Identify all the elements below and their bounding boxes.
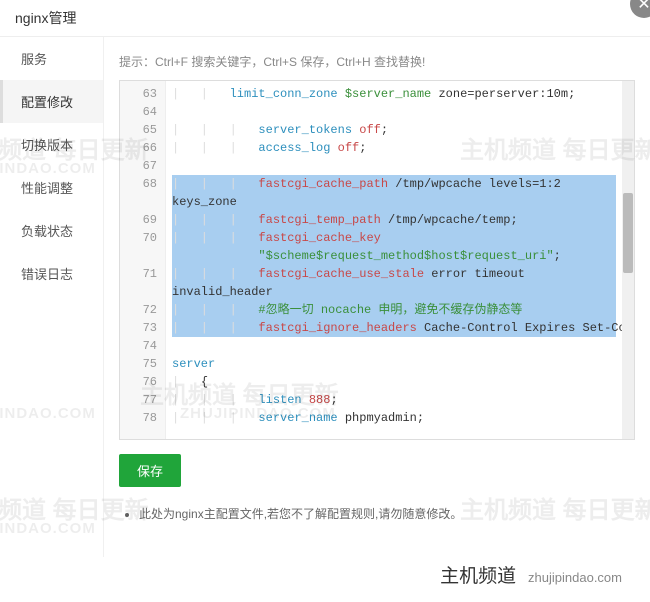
code-line[interactable]: | | | fastcgi_cache_use_stale error time… — [172, 265, 616, 301]
nginx-manage-modal: nginx管理 ✕ 服务配置修改切换版本性能调整负载状态错误日志 提示：Ctrl… — [0, 0, 650, 602]
line-number: 67 — [120, 157, 157, 175]
code-editor[interactable]: 63646566676869707172737475767778 | | lim… — [119, 80, 635, 440]
sidebar-item[interactable]: 配置修改 — [0, 80, 103, 123]
content-pane: 提示：Ctrl+F 搜索关键字，Ctrl+S 保存，Ctrl+H 查找替换! 6… — [104, 37, 650, 557]
save-button[interactable]: 保存 — [119, 454, 181, 487]
code-line[interactable]: | | | listen 888; — [172, 391, 616, 409]
vertical-scrollbar[interactable] — [622, 81, 634, 439]
code-area[interactable]: | | limit_conn_zone $server_name zone=pe… — [166, 81, 622, 439]
sidebar-item[interactable]: 性能调整 — [0, 166, 103, 209]
footer-brand-en: zhujipindao.com — [528, 570, 622, 585]
sidebar-item[interactable]: 错误日志 — [0, 252, 103, 295]
line-number: 76 — [120, 373, 157, 391]
config-note-list: 此处为nginx主配置文件,若您不了解配置规则,请勿随意修改。 — [119, 505, 635, 522]
line-number: 64 — [120, 103, 157, 121]
sidebar-item[interactable]: 负载状态 — [0, 209, 103, 252]
line-number: 75 — [120, 355, 157, 373]
modal-title: nginx管理 — [15, 8, 76, 28]
line-gutter: 63646566676869707172737475767778 — [120, 81, 166, 439]
editor-hint: 提示：Ctrl+F 搜索关键字，Ctrl+S 保存，Ctrl+H 查找替换! — [119, 49, 635, 80]
line-number: 71 — [120, 265, 157, 301]
sidebar-item[interactable]: 切换版本 — [0, 123, 103, 166]
line-number: 63 — [120, 85, 157, 103]
line-number: 65 — [120, 121, 157, 139]
sidebar-item[interactable]: 服务 — [0, 37, 103, 80]
line-number: 73 — [120, 319, 157, 337]
line-number: 74 — [120, 337, 157, 355]
footer-brand: 主机频道 zhujipindao.com — [440, 561, 622, 588]
scrollbar-thumb[interactable] — [623, 193, 633, 273]
line-number: 70 — [120, 229, 157, 265]
modal-body: 服务配置修改切换版本性能调整负载状态错误日志 提示：Ctrl+F 搜索关键字，C… — [0, 37, 650, 557]
code-line[interactable]: | | limit_conn_zone $server_name zone=pe… — [172, 85, 616, 103]
code-line[interactable] — [172, 337, 616, 355]
code-line[interactable]: | | | server_tokens off; — [172, 121, 616, 139]
line-number: 78 — [120, 409, 157, 427]
code-line[interactable]: | | | fastcgi_temp_path /tmp/wpcache/tem… — [172, 211, 616, 229]
code-line[interactable] — [172, 103, 616, 121]
code-line[interactable]: | | | server_name phpmyadmin; — [172, 409, 616, 427]
code-line[interactable]: | | | fastcgi_cache_key "$scheme$request… — [172, 229, 616, 265]
code-line[interactable]: | | | fastcgi_cache_path /tmp/wpcache le… — [172, 175, 616, 211]
line-number: 72 — [120, 301, 157, 319]
code-line[interactable]: | | | access_log off; — [172, 139, 616, 157]
line-number: 68 — [120, 175, 157, 211]
line-number: 66 — [120, 139, 157, 157]
config-note: 此处为nginx主配置文件,若您不了解配置规则,请勿随意修改。 — [139, 505, 635, 522]
line-number: 77 — [120, 391, 157, 409]
code-line[interactable]: server — [172, 355, 616, 373]
footer-brand-zh: 主机频道 — [440, 566, 516, 587]
code-line[interactable]: | | | #忽略一切 nocache 申明，避免不缓存伪静态等 — [172, 301, 616, 319]
code-line[interactable]: | | | fastcgi_ignore_headers Cache-Contr… — [172, 319, 616, 337]
code-line[interactable] — [172, 157, 616, 175]
line-number: 69 — [120, 211, 157, 229]
code-line[interactable]: | { — [172, 373, 616, 391]
sidebar: 服务配置修改切换版本性能调整负载状态错误日志 — [0, 37, 104, 557]
modal-header: nginx管理 — [0, 0, 650, 37]
